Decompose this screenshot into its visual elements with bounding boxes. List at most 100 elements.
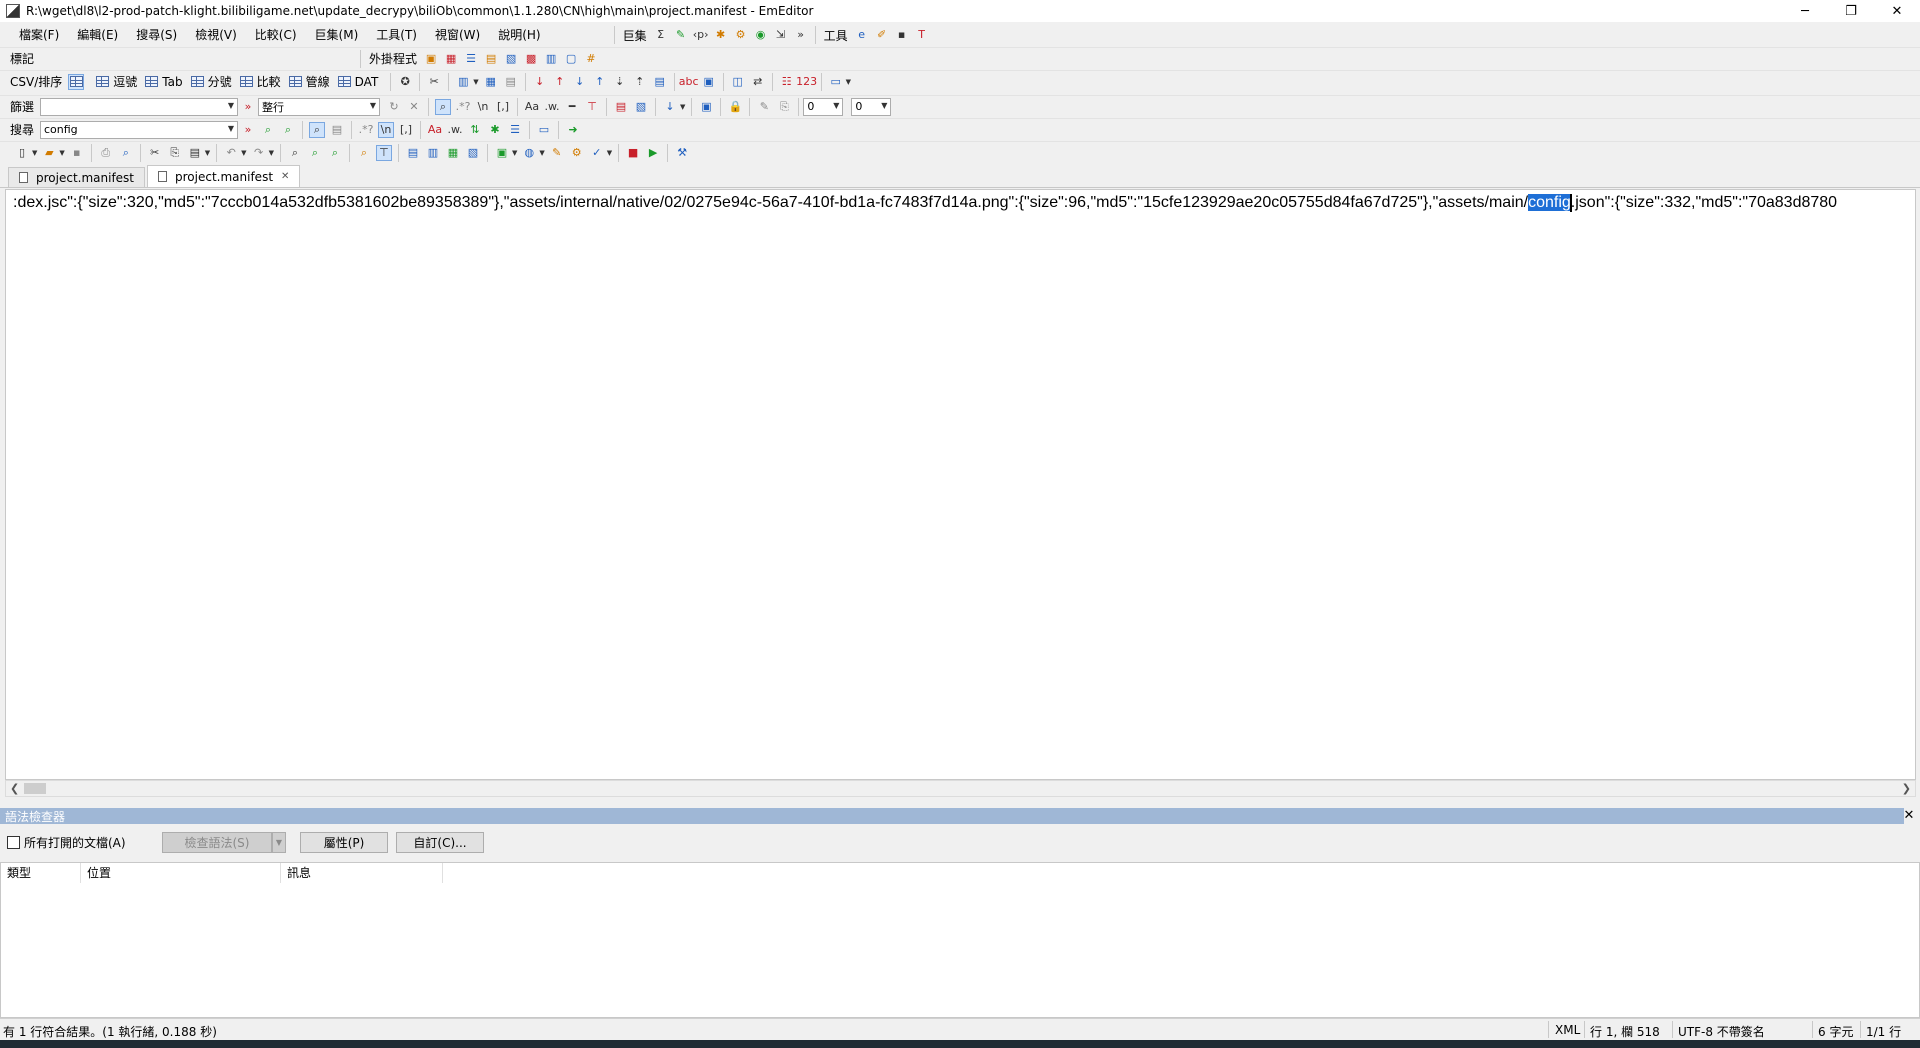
find-in-selection-icon[interactable]: ▤ bbox=[329, 122, 345, 138]
properties-icon[interactable]: ⚙ bbox=[569, 145, 585, 161]
close-tab-icon[interactable]: ✕ bbox=[281, 171, 289, 182]
menu-macros[interactable]: 巨集(M) bbox=[306, 24, 368, 46]
command-prompt-icon[interactable]: ▪ bbox=[894, 27, 910, 43]
maximize-button[interactable]: ❐ bbox=[1828, 0, 1874, 22]
print-icon[interactable]: ⎙ bbox=[98, 145, 114, 161]
internet-explorer-icon[interactable]: e bbox=[854, 27, 870, 43]
sync-scroll-icon[interactable]: ▦ bbox=[445, 145, 461, 161]
check-spelling-icon[interactable]: ✓ bbox=[589, 145, 605, 161]
hammer-icon[interactable]: T bbox=[914, 27, 930, 43]
panel-close-icon[interactable]: ✕ bbox=[1901, 808, 1917, 824]
scroll-left-icon[interactable]: ❮ bbox=[10, 782, 19, 795]
plugin-web-preview-icon[interactable]: ▥ bbox=[543, 51, 559, 67]
replace-toolbar-icon[interactable]: ⌕ bbox=[327, 145, 343, 161]
status-mode[interactable]: XML bbox=[1555, 1023, 1580, 1037]
tab-project-manifest-1[interactable]: project.manifest bbox=[8, 167, 146, 187]
run-macro-icon[interactable]: ‹p› bbox=[693, 27, 709, 43]
sigma-icon[interactable]: Σ bbox=[653, 27, 669, 43]
word-wrap-icon[interactable]: ▧ bbox=[465, 145, 481, 161]
globe-icon[interactable]: ◍ bbox=[521, 145, 537, 161]
status-position[interactable]: 行 1, 欄 518 bbox=[1590, 1023, 1660, 1040]
find-previous-icon[interactable]: ⌕ bbox=[280, 122, 296, 138]
highlight-matches-icon[interactable]: ⌕ bbox=[309, 121, 325, 138]
macro-recorder-icon[interactable]: ✱ bbox=[713, 27, 729, 43]
find-next-toolbar-icon[interactable]: ⌕ bbox=[307, 145, 323, 161]
go-arrow-icon[interactable]: ➜ bbox=[565, 122, 581, 138]
filter-edit-icon[interactable]: ✎ bbox=[756, 99, 772, 115]
notepad-icon[interactable]: ✐ bbox=[874, 27, 890, 43]
more-chevron-icon[interactable]: » bbox=[793, 27, 809, 43]
escape-sequence-icon[interactable]: \n bbox=[475, 99, 491, 115]
menu-window[interactable]: 視窗(W) bbox=[426, 24, 489, 46]
csv-normal-mode-icon[interactable] bbox=[68, 73, 85, 90]
negative-icon[interactable]: ━ bbox=[564, 99, 580, 115]
undo-icon[interactable]: ↶ bbox=[223, 145, 239, 161]
whole-word-icon[interactable]: .w. bbox=[544, 99, 560, 115]
plugin-html-bar-icon[interactable]: ▩ bbox=[523, 51, 539, 67]
menu-search[interactable]: 搜尋(S) bbox=[127, 24, 186, 46]
csv-mode-tab[interactable]: Tab bbox=[145, 75, 183, 89]
column-select-icon[interactable]: ▥ bbox=[455, 74, 471, 90]
csv-mode-pipe[interactable]: 管線 bbox=[288, 73, 330, 90]
column-header-type[interactable]: 類型 bbox=[1, 863, 81, 883]
csv-tools-icon[interactable]: ✂ bbox=[426, 74, 442, 90]
numbering-icon[interactable]: 123 bbox=[796, 74, 817, 90]
plugin-snippets-icon[interactable]: ▧ bbox=[503, 51, 519, 67]
properties-button[interactable]: 屬性(P) bbox=[300, 831, 388, 853]
bracket-icon[interactable]: [,] bbox=[398, 122, 414, 138]
print-preview-icon[interactable]: ⌕ bbox=[118, 145, 134, 161]
clear-filter-icon[interactable]: ✕ bbox=[406, 99, 422, 115]
sort-z-a-icon[interactable]: ↑ bbox=[552, 74, 568, 90]
lock-icon[interactable]: 🔒 bbox=[727, 99, 743, 115]
regex-icon[interactable]: .*? bbox=[455, 99, 471, 115]
cut-icon[interactable]: ✂ bbox=[147, 145, 163, 161]
filter-copy-icon[interactable]: ⎘ bbox=[776, 99, 792, 115]
sort-a-z-icon[interactable]: ↓ bbox=[532, 74, 548, 90]
sort-length-desc-icon[interactable]: ⇡ bbox=[632, 74, 648, 90]
stop-macro-icon[interactable]: ■ bbox=[625, 145, 641, 161]
filter-options-icon[interactable]: ▣ bbox=[698, 99, 714, 115]
filter-combo[interactable]: ▼ bbox=[40, 97, 238, 116]
bracket-icon[interactable]: [,] bbox=[495, 99, 511, 115]
menu-help[interactable]: 說明(H) bbox=[489, 24, 549, 46]
minimize-button[interactable]: ─ bbox=[1782, 0, 1828, 22]
customize-icon[interactable]: ✎ bbox=[549, 145, 565, 161]
compare-icon[interactable]: ⇄ bbox=[750, 74, 766, 90]
redo-icon[interactable]: ↷ bbox=[251, 145, 267, 161]
plugin-projects-icon[interactable]: ▤ bbox=[483, 51, 499, 67]
outline-icon[interactable]: ☷ bbox=[779, 74, 795, 90]
column-header-message[interactable]: 訊息 bbox=[281, 863, 443, 883]
split-vertical-icon[interactable]: ▥ bbox=[425, 145, 441, 161]
menu-view[interactable]: 檢視(V) bbox=[186, 24, 246, 46]
plugin-charmap-icon[interactable]: ▦ bbox=[443, 51, 459, 67]
regex-icon[interactable]: .*? bbox=[358, 122, 374, 138]
csv-mode-dat[interactable]: DAT bbox=[337, 75, 378, 89]
csv-mode-comma[interactable]: 逗號 bbox=[96, 73, 137, 90]
column-header-position[interactable]: 位置 bbox=[81, 863, 281, 883]
plugin-word-count-icon[interactable]: # bbox=[583, 51, 599, 67]
refresh-icon[interactable]: ↻ bbox=[386, 99, 402, 115]
copy-lines-icon[interactable]: ▧ bbox=[633, 99, 649, 115]
horizontal-scrollbar[interactable]: ❮ ❯ bbox=[5, 780, 1916, 797]
spell-check-icon[interactable]: abc bbox=[679, 74, 699, 90]
toolbar-options-icon[interactable]: ▭ bbox=[828, 74, 844, 90]
check-macro-icon[interactable]: ✎ bbox=[673, 27, 689, 43]
scroll-right-icon[interactable]: ❯ bbox=[1902, 782, 1911, 795]
menu-compare[interactable]: 比較(C) bbox=[246, 24, 306, 46]
match-case-icon[interactable]: Aa bbox=[427, 122, 443, 138]
csv-mode-semicolon[interactable]: 分號 bbox=[190, 73, 232, 90]
all-documents-checkbox[interactable] bbox=[7, 835, 20, 849]
close-button[interactable]: ✕ bbox=[1874, 0, 1920, 22]
bookmark-lines-icon[interactable]: ▤ bbox=[613, 99, 629, 115]
more-chevron-icon[interactable]: » bbox=[240, 99, 256, 115]
status-encoding[interactable]: UTF-8 不帶簽名 bbox=[1678, 1023, 1765, 1040]
find-input[interactable]: config ▼ bbox=[40, 120, 238, 139]
menu-tools[interactable]: 工具(T) bbox=[367, 24, 426, 46]
menu-edit[interactable]: 編輯(E) bbox=[68, 24, 127, 46]
text-editor[interactable]: :dex.jsc":{"size":320,"md5":"7cccb014a53… bbox=[5, 189, 1916, 780]
find-dialog-icon[interactable]: ▭ bbox=[536, 122, 552, 138]
scrollbar-thumb[interactable] bbox=[24, 783, 46, 794]
csv-options-icon[interactable]: ✪ bbox=[397, 74, 413, 90]
more-chevron-icon[interactable]: » bbox=[240, 122, 256, 138]
macro-options-icon[interactable]: ⚙ bbox=[733, 27, 749, 43]
